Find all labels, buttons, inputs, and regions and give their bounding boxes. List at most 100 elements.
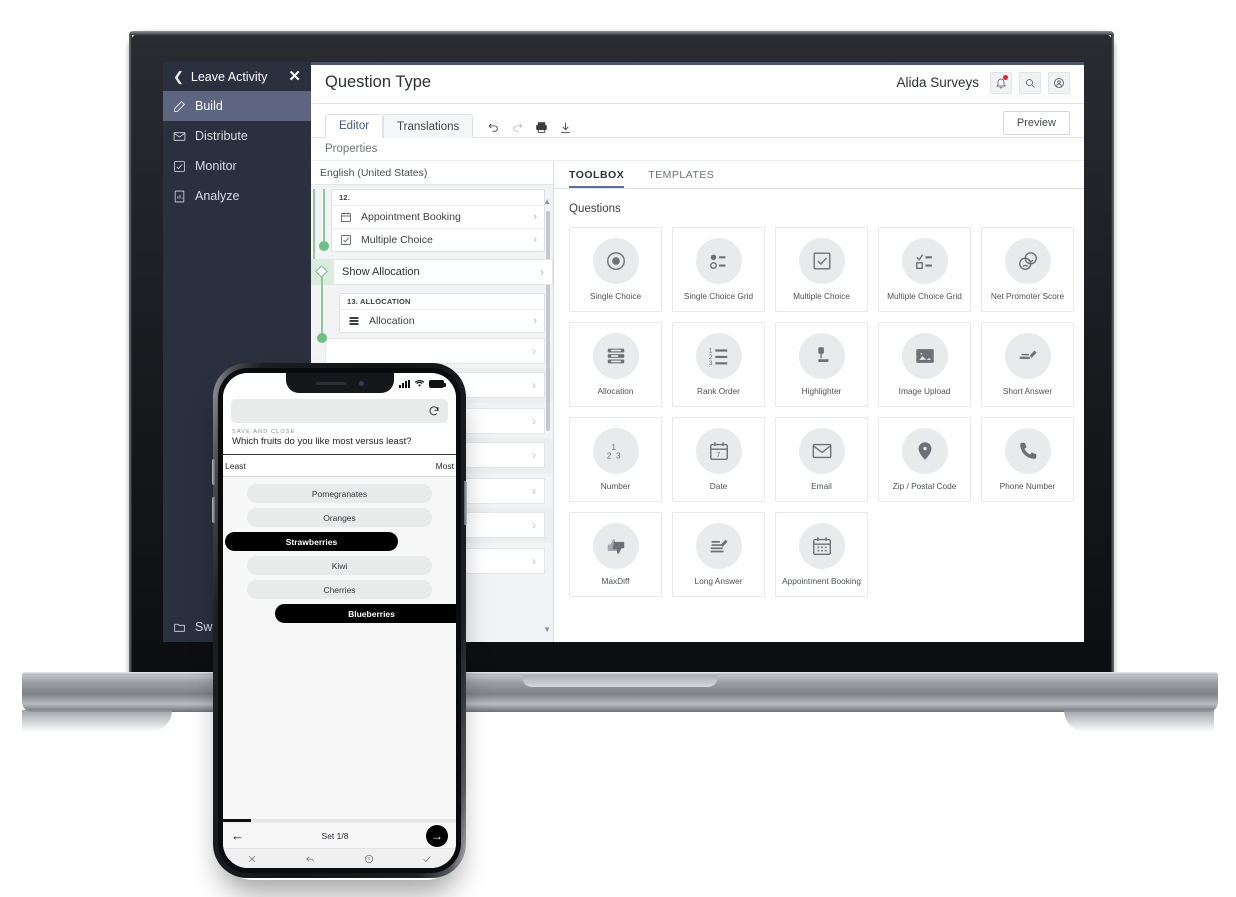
flow-allocation-group: 13. ALLOCATION Allocation › [325, 293, 545, 333]
power-button[interactable] [464, 481, 467, 525]
checkbox-grid-icon [901, 237, 948, 284]
question-type-date[interactable]: 7 Date [672, 417, 765, 502]
laptop-device: ❮ Leave Activity ✕ Build Distribute Moni… [0, 0, 1236, 760]
question-type-number[interactable]: 123 Number [569, 417, 662, 502]
thumbs-updown-icon [592, 522, 639, 569]
laptop-base-notch [522, 674, 718, 687]
sidebar-item-monitor[interactable]: Monitor [163, 151, 311, 181]
survey-option-selected[interactable]: Blueberries [275, 604, 456, 624]
laptop-base [22, 672, 1218, 712]
survey-option[interactable]: Pomegranates [247, 484, 432, 504]
tab-templates[interactable]: TEMPLATES [648, 161, 714, 188]
calendar-7-icon: 7 [695, 427, 742, 474]
flow-row-appointment-booking[interactable]: Appointment Booking › [332, 205, 544, 228]
download-icon[interactable] [559, 121, 572, 134]
scale-left-label: Least [225, 461, 246, 472]
volume-down-button[interactable] [212, 497, 215, 523]
calendar-icon [339, 211, 352, 224]
sidebar-item-label: Monitor [195, 159, 237, 173]
close-icon[interactable] [247, 854, 257, 864]
question-type-rank-order[interactable]: 123 Rank Order [672, 322, 765, 407]
question-type-short-answer[interactable]: Short Answer [981, 322, 1074, 407]
phone-screen: SAVE AND CLOSE Which fruits do you like … [223, 373, 456, 868]
survey-options-list: Pomegranates Oranges Strawberries Kiwi C… [223, 477, 456, 819]
question-type-label: Zip / Postal Code [892, 480, 957, 491]
scale-right-label: Most [435, 461, 454, 472]
flow-row-label: Appointment Booking [361, 211, 461, 223]
allocation-icon [592, 332, 639, 379]
check-icon[interactable] [422, 854, 432, 864]
number-123-icon: 123 [592, 427, 639, 474]
back-icon[interactable] [305, 854, 315, 864]
action-label: Show Allocation [342, 266, 420, 278]
sidebar-item-analyze[interactable]: Analyze [163, 181, 311, 211]
question-type-label: Appointment Booking [782, 575, 861, 586]
flow-row-multiple-choice[interactable]: Multiple Choice › [332, 228, 544, 251]
leave-activity-label[interactable]: Leave Activity [191, 70, 289, 84]
question-type-multiple-choice[interactable]: Multiple Choice [775, 227, 868, 312]
question-type-image-upload[interactable]: Image Upload [878, 322, 971, 407]
allocation-number: 13. ALLOCATION [347, 297, 411, 306]
flow-row-allocation[interactable]: Allocation › [340, 309, 544, 332]
allocation-icon [347, 315, 360, 328]
question-type-label: Short Answer [1002, 385, 1053, 396]
search-icon[interactable] [1019, 71, 1041, 94]
question-type-multiple-choice-grid[interactable]: Multiple Choice Grid [878, 227, 971, 312]
question-type-single-choice[interactable]: Single Choice [569, 227, 662, 312]
pencil-icon [173, 100, 186, 113]
survey-option[interactable]: Cherries [247, 580, 432, 600]
survey-nav-bar: ← Set 1/8 → [223, 822, 456, 848]
save-and-close-label[interactable]: SAVE AND CLOSE [231, 423, 448, 436]
preview-button[interactable]: Preview [1002, 111, 1070, 135]
radio-selected-icon [592, 237, 639, 284]
lid-right-edge [1111, 35, 1114, 677]
question-type-label: Rank Order [697, 385, 740, 396]
question-type-email[interactable]: Email [775, 417, 868, 502]
language-row[interactable]: English (United States) [311, 161, 553, 185]
redo-icon[interactable] [511, 121, 524, 134]
browser-url-bar[interactable] [231, 399, 448, 423]
undo-icon[interactable] [487, 121, 500, 134]
flow-row-blank[interactable]: › [325, 338, 545, 364]
flow-action-show-allocation[interactable]: Show Allocation › [333, 259, 553, 285]
svg-text:3: 3 [708, 360, 712, 367]
sidebar-header: ❮ Leave Activity ✕ [163, 62, 311, 91]
sidebar-item-distribute[interactable]: Distribute [163, 121, 311, 151]
question-type-single-choice-grid[interactable]: Single Choice Grid [672, 227, 765, 312]
prev-button[interactable]: ← [231, 829, 244, 842]
sidebar-item-build[interactable]: Build [163, 91, 311, 121]
flow-scrollbar[interactable] [546, 211, 550, 431]
tab-translations[interactable]: Translations [383, 114, 474, 138]
survey-option-selected[interactable]: Strawberries [225, 532, 398, 552]
question-type-phone-number[interactable]: Phone Number [981, 417, 1074, 502]
question-type-allocation[interactable]: Allocation [569, 322, 662, 407]
print-icon[interactable] [535, 121, 548, 134]
question-type-label: Image Upload [898, 385, 951, 396]
chevron-right-icon: › [533, 234, 537, 246]
question-type-highlighter[interactable]: Highlighter [775, 322, 868, 407]
account-icon[interactable] [1048, 71, 1070, 94]
next-button[interactable]: → [426, 824, 448, 847]
sidebar-item-label: Analyze [195, 189, 240, 203]
survey-option[interactable]: Kiwi [247, 556, 432, 576]
properties-bar: Properties [311, 138, 1084, 161]
question-type-maxdiff[interactable]: MaxDiff [569, 512, 662, 597]
info-icon[interactable] [364, 854, 374, 864]
close-icon[interactable]: ✕ [288, 69, 301, 84]
option-label: Oranges [323, 512, 356, 523]
question-type-appointment-booking[interactable]: Appointment Booking [775, 512, 868, 597]
tab-toolbox[interactable]: TOOLBOX [569, 161, 624, 188]
question-type-label: Long Answer [694, 575, 743, 586]
scroll-down-arrow[interactable]: ▼ [543, 625, 551, 634]
refresh-icon[interactable] [428, 405, 440, 417]
question-type-net-promoter-score[interactable]: Net Promoter Score [981, 227, 1074, 312]
svg-text:3: 3 [616, 451, 621, 460]
bell-icon[interactable] [990, 71, 1012, 94]
question-type-long-answer[interactable]: Long Answer [672, 512, 765, 597]
back-chevron-icon[interactable]: ❮ [173, 70, 184, 83]
question-type-zip-postal-code[interactable]: Zip / Postal Code [878, 417, 971, 502]
survey-option[interactable]: Oranges [247, 508, 432, 528]
tab-editor[interactable]: Editor [325, 114, 384, 138]
flow-row-label: Multiple Choice [361, 234, 433, 246]
volume-up-button[interactable] [212, 459, 215, 485]
